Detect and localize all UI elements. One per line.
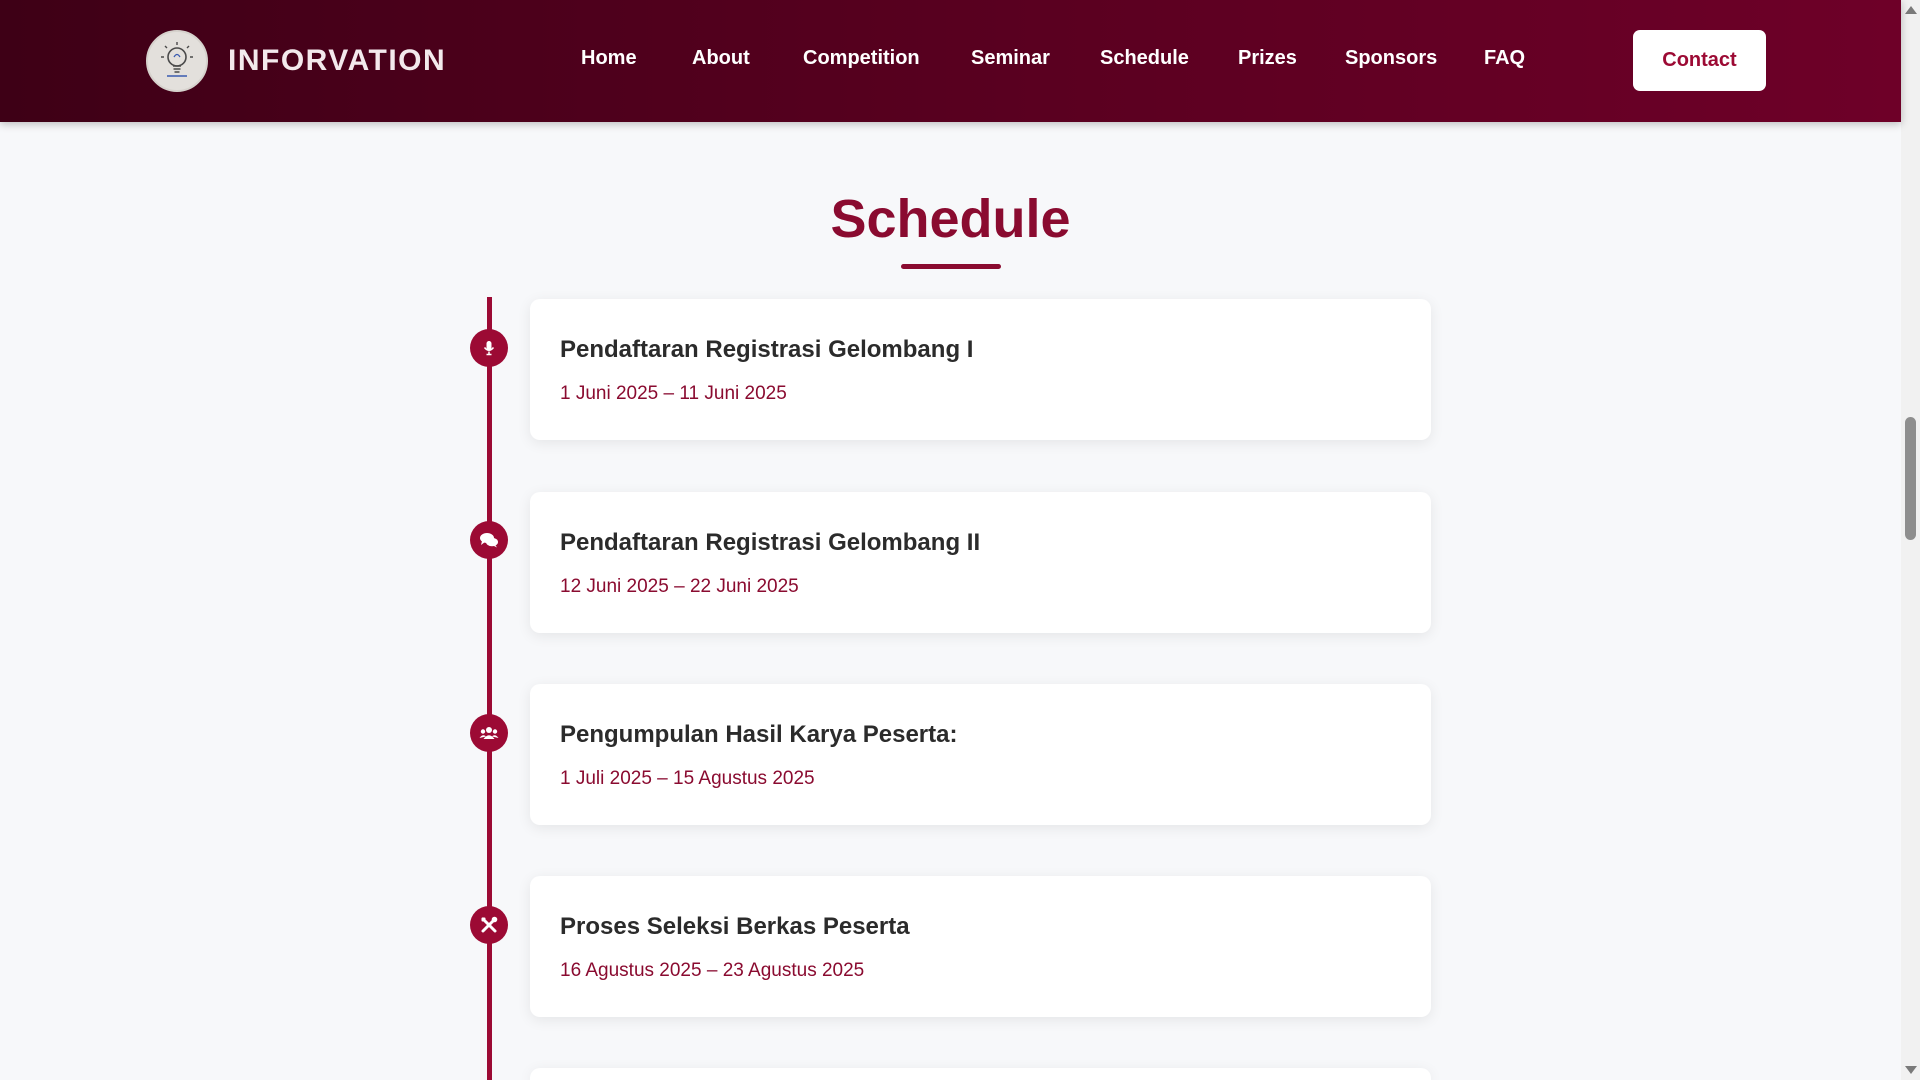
schedule-card-partial: [530, 1068, 1431, 1080]
title-underline: [901, 264, 1001, 269]
nav-seminar[interactable]: Seminar: [971, 47, 1050, 70]
scroll-down-arrow-icon[interactable]: [1905, 1066, 1917, 1074]
scroll-up-arrow-icon[interactable]: [1905, 6, 1917, 14]
nav-faq[interactable]: FAQ: [1484, 47, 1525, 70]
nav-about[interactable]: About: [692, 47, 750, 70]
tools-icon: [470, 906, 508, 944]
section-title: Schedule: [830, 189, 1071, 249]
main-nav: Home About Competition Seminar Schedule …: [0, 0, 1901, 122]
navbar: INFORVATION Home About Competition Semin…: [0, 0, 1901, 122]
nav-competition[interactable]: Competition: [803, 47, 920, 70]
schedule-card-date: 1 Juli 2025 – 15 Agustus 2025: [560, 768, 815, 789]
schedule-card: Pengumpulan Hasil Karya Peserta: 1 Juli …: [530, 684, 1431, 825]
vertical-scrollbar[interactable]: [1901, 0, 1920, 1080]
nav-schedule[interactable]: Schedule: [1100, 47, 1189, 70]
users-icon: [470, 714, 508, 752]
schedule-card-title: Pengumpulan Hasil Karya Peserta:: [560, 721, 958, 748]
scrollbar-thumb[interactable]: [1905, 417, 1916, 540]
schedule-card-title: Proses Seleksi Berkas Peserta: [560, 913, 910, 940]
schedule-card-date: 12 Juni 2025 – 22 Juni 2025: [560, 576, 799, 597]
schedule-card: Pendaftaran Registrasi Gelombang II 12 J…: [530, 492, 1431, 633]
schedule-card-date: 16 Agustus 2025 – 23 Agustus 2025: [560, 960, 865, 981]
nav-prizes[interactable]: Prizes: [1238, 47, 1297, 70]
schedule-card: Proses Seleksi Berkas Peserta 16 Agustus…: [530, 876, 1431, 1017]
schedule-card-title: Pendaftaran Registrasi Gelombang II: [560, 529, 981, 556]
schedule-card-title: Pendaftaran Registrasi Gelombang I: [560, 336, 974, 363]
schedule-card: Pendaftaran Registrasi Gelombang I 1 Jun…: [530, 299, 1431, 440]
timeline-line: [487, 297, 492, 1080]
microphone-icon: [470, 329, 508, 367]
chat-bubbles-icon: [470, 521, 508, 559]
nav-home[interactable]: Home: [581, 47, 637, 70]
contact-button[interactable]: Contact: [1633, 30, 1766, 91]
schedule-card-date: 1 Juni 2025 – 11 Juni 2025: [560, 383, 787, 404]
nav-sponsors[interactable]: Sponsors: [1345, 47, 1437, 70]
